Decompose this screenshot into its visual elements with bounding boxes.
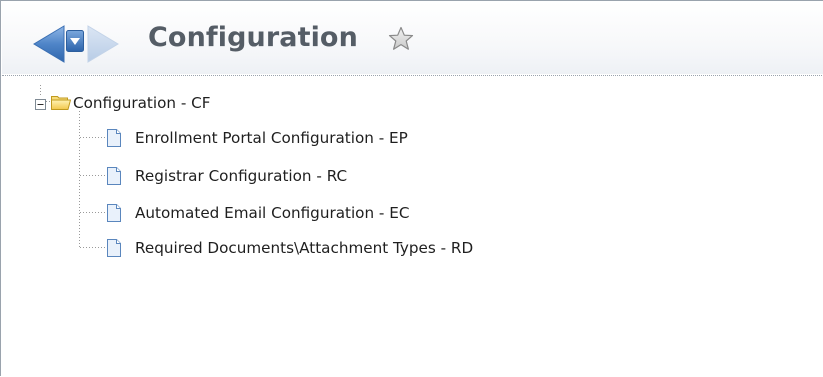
configuration-tree: Configuration - CF Enrollment Portal Con… (1, 1, 823, 377)
tree-node-automated-email[interactable]: Automated Email Configuration - EC (135, 204, 409, 222)
configuration-panel: Configuration Configuration - CF Enrollm… (0, 0, 823, 376)
tree-root-node[interactable]: Configuration - CF (73, 94, 210, 112)
tree-node-registrar[interactable]: Registrar Configuration - RC (135, 167, 347, 185)
document-icon (105, 203, 123, 223)
tree-node-enrollment-portal[interactable]: Enrollment Portal Configuration - EP (135, 129, 408, 147)
document-icon (105, 166, 123, 186)
document-icon (105, 128, 123, 148)
tree-node-required-documents[interactable]: Required Documents\Attachment Types - RD (135, 239, 473, 257)
tree-connector-lines (40, 85, 105, 248)
folder-open-icon (50, 93, 72, 111)
tree-collapse-toggle-icon[interactable] (35, 95, 46, 110)
document-icon (105, 238, 123, 258)
